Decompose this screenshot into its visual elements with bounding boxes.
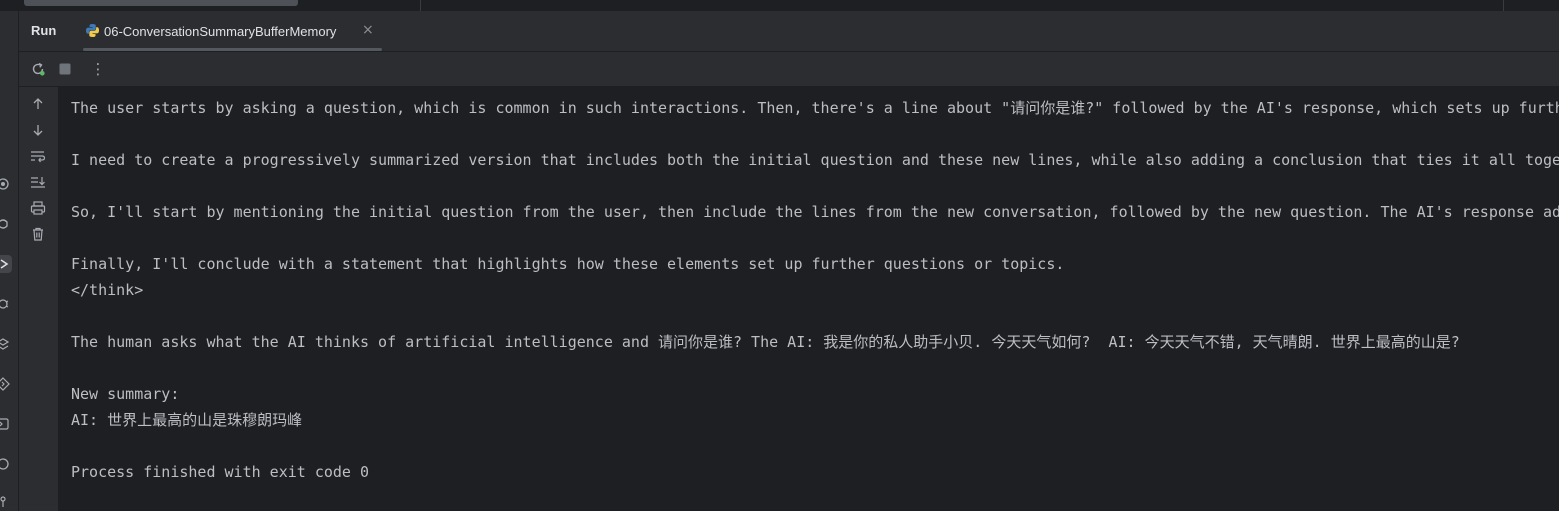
print-button[interactable] [29, 199, 47, 217]
console-line: The user starts by asking a question, wh… [71, 99, 1559, 117]
tab-label: 06-ConversationSummaryBufferMemory [104, 24, 337, 39]
top-divider [420, 0, 421, 11]
console-line: Process finished with exit code 0 [71, 463, 370, 481]
active-tab-indicator [83, 48, 382, 51]
terminal-icon[interactable] [0, 415, 12, 433]
services-icon[interactable] [0, 375, 12, 393]
python-file-icon [85, 23, 100, 38]
scroll-to-end-icon [31, 177, 45, 188]
python-packages-icon[interactable] [0, 215, 12, 233]
trash-icon [33, 227, 43, 241]
print-icon [30, 201, 46, 215]
soft-wrap-icon [31, 151, 46, 163]
arrow-down-icon [33, 125, 43, 136]
layers-icon[interactable] [0, 335, 12, 353]
editor-top-strip [0, 0, 1559, 11]
rerun-icon [32, 62, 45, 76]
top-divider [1503, 0, 1504, 11]
soft-wrap-button[interactable] [29, 147, 47, 165]
console-line: I need to create a progressively summari… [71, 151, 1559, 169]
debug-icon[interactable] [0, 295, 12, 313]
problems-icon[interactable] [0, 455, 12, 473]
run-panel-header: Run 06-ConversationSummaryBufferMemory × [19, 11, 1559, 52]
scroll-to-end-button[interactable] [29, 173, 47, 191]
horizontal-scrollbar-thumb[interactable] [24, 0, 298, 6]
stop-button[interactable] [56, 60, 74, 78]
console-line: New summary: [71, 385, 180, 403]
run-icon[interactable] [0, 255, 12, 273]
stop-icon [59, 63, 71, 75]
console-line: AI: 世界上最高的山是珠穆朗玛峰 [71, 411, 303, 429]
run-toolbar: ⋮ [19, 52, 1559, 87]
scroll-up-button[interactable] [29, 95, 47, 113]
arrow-up-icon [33, 98, 43, 109]
run-panel-title: Run [31, 23, 57, 38]
close-tab-icon[interactable]: × [362, 22, 374, 38]
more-options-icon[interactable]: ⋮ [89, 60, 107, 78]
console-line: Finally, I'll conclude with a statement … [71, 255, 1065, 273]
run-config-tab[interactable]: 06-ConversationSummaryBufferMemory × [83, 11, 383, 51]
commit-icon[interactable] [0, 175, 12, 193]
console-line: </think> [71, 281, 144, 299]
console-output[interactable]: The user starts by asking a question, wh… [58, 87, 1559, 511]
left-tool-strip [0, 11, 19, 511]
scroll-down-button[interactable] [29, 121, 47, 139]
run-tool-window: Run 06-ConversationSummaryBufferMemory × [0, 0, 1559, 511]
rerun-button[interactable] [29, 60, 47, 78]
console-side-actions [19, 87, 58, 511]
console-line: The human asks what the AI thinks of art… [71, 333, 1460, 351]
git-icon[interactable] [0, 493, 12, 511]
clear-all-button[interactable] [29, 225, 47, 243]
console-line: So, I'll start by mentioning the initial… [71, 203, 1559, 221]
